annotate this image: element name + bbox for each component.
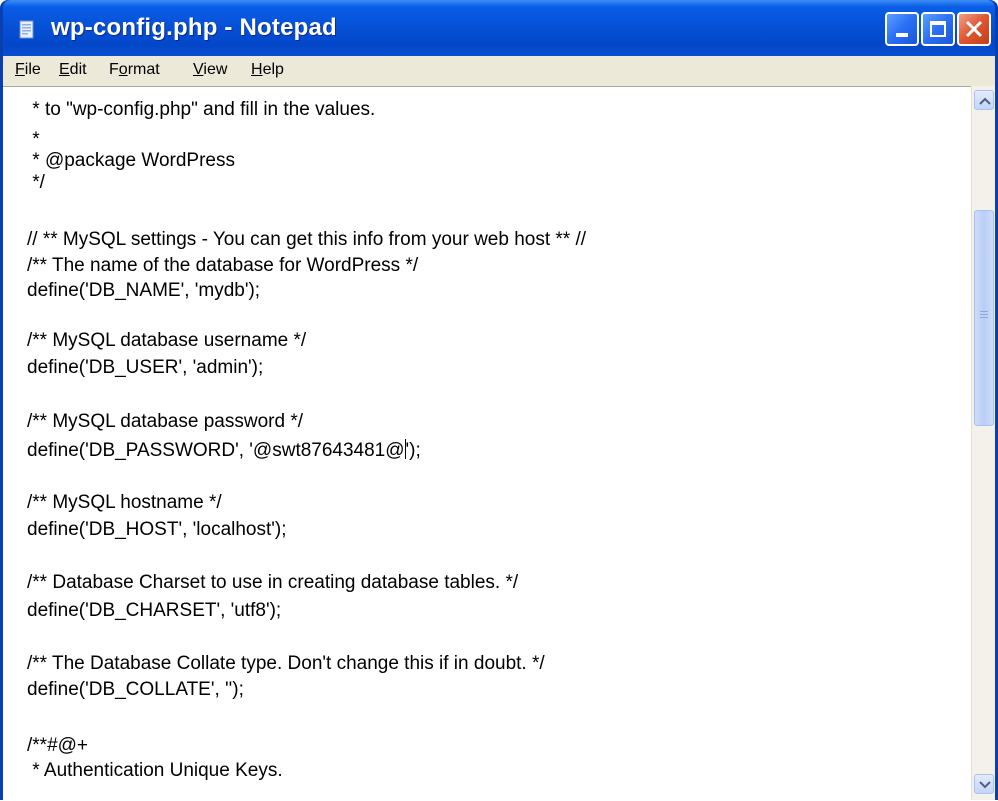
code-line: /** MySQL database username */ [27,330,307,351]
password-line: define('DB_PASSWORD', '@swt87643481@'); [27,439,421,461]
code-line: /** Database Charset to use in creating … [27,572,519,593]
scroll-down-button[interactable] [974,774,994,794]
chevron-down-icon [979,781,991,789]
code-line: * to "wp-config.php" and fill in the val… [27,99,376,120]
menu-help[interactable]: Help [251,61,284,79]
window-title: wp-config.php - Notepad [51,14,337,41]
minimize-icon [896,33,908,37]
menu-format[interactable]: Format [109,61,160,79]
code-line: // ** MySQL settings - You can get this … [27,229,587,250]
scroll-up-button[interactable] [974,90,994,110]
code-line: /** MySQL database password */ [27,411,303,432]
code-line: * Authentication Unique Keys. [27,760,283,781]
close-button[interactable] [957,12,991,46]
code-line: /**#@+ [27,735,89,756]
code-line: */ [27,172,45,193]
notepad-window: wp-config.php - Notepad File Edit Format… [0,0,998,801]
maximize-button[interactable] [921,12,955,46]
maximize-icon [930,21,946,37]
title-bar[interactable]: wp-config.php - Notepad [3,0,995,56]
menu-view[interactable]: View [193,61,227,79]
scroll-thumb[interactable] [974,210,994,426]
code-line: define('DB_COLLATE', ''); [27,679,244,700]
code-line: /** The name of the database for WordPre… [27,255,419,276]
code-line: /** The Database Collate type. Don't cha… [27,653,545,674]
close-icon [965,20,983,38]
code-line: /** MySQL hostname */ [27,492,222,513]
vertical-scrollbar[interactable] [971,86,995,800]
minimize-button[interactable] [885,12,919,46]
code-line: define('DB_HOST', 'localhost'); [27,519,287,540]
code-line: define('DB_CHARSET', 'utf8'); [27,600,282,621]
notepad-icon[interactable] [17,20,37,40]
menu-edit[interactable]: Edit [59,61,87,79]
code-line: define('DB_USER', 'admin'); [27,357,264,378]
text-editor[interactable]: * to "wp-config.php" and fill in the val… [3,86,971,801]
chevron-up-icon [979,97,991,105]
grip-icon [980,311,988,319]
menu-file[interactable]: File [15,61,41,79]
code-line: * @package WordPress [27,150,235,171]
code-line: define('DB_NAME', 'mydb'); [27,280,261,301]
code-line: * [27,129,40,150]
menu-bar: File Edit Format View Help [3,56,995,86]
